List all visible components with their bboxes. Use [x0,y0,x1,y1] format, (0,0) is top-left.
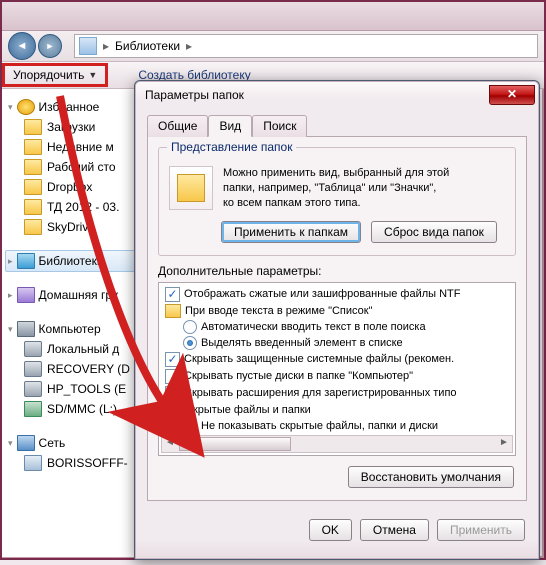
opt-select-typed-item[interactable]: Выделять введенный элемент в списке [161,335,513,351]
dialog-title: Параметры папок [145,88,244,102]
folder-icon [24,199,42,215]
folder-views-title: Представление папок [167,140,296,154]
opt-list-typing[interactable]: При вводе текста в режиме "Список" [161,303,513,319]
folder-icon [24,179,42,195]
tab-general[interactable]: Общие [147,115,208,137]
favorites-title: Избранное [39,100,100,114]
opt-hide-protected-os[interactable]: Скрывать защищенные системные файлы (рек… [161,351,513,368]
folder-icon [165,304,181,318]
breadcrumb-root[interactable]: Библиотеки [115,39,180,53]
expand-icon: ▾ [8,324,13,335]
chevron-right-icon: ▸ [103,39,109,53]
opt-show-ntfs-color[interactable]: Отображать сжатые или зашифрованные файл… [161,286,513,303]
opt-hide-empty-drives[interactable]: Скрывать пустые диски в папке "Компьютер… [161,368,513,385]
scroll-right-icon[interactable]: ► [496,436,512,452]
nav-forward-button[interactable] [38,34,62,58]
folder-views-group: Представление папок Можно применить вид,… [158,147,516,256]
opt-dont-show-hidden[interactable]: Не показывать скрытые файлы, папки и дис… [161,418,513,434]
tabs: Общие Вид Поиск [147,115,527,137]
advanced-settings-label: Дополнительные параметры: [158,264,516,278]
restore-defaults-button[interactable]: Восстановить умолчания [348,466,514,488]
close-button[interactable]: ✕ [489,85,535,105]
checkbox-icon[interactable] [165,369,180,384]
radio-icon[interactable] [183,320,197,334]
expand-icon: ▸ [8,290,13,301]
computer-icon [17,321,35,337]
scroll-left-icon[interactable]: ◄ [162,436,178,452]
tab-view[interactable]: Вид [208,115,252,137]
folder-icon [24,159,42,175]
reset-folders-button[interactable]: Сброс вида папок [371,221,497,243]
nav-back-button[interactable] [8,32,36,60]
address-bar: ▸ Библиотеки ▸ [2,31,544,62]
network-icon [17,435,35,451]
checkbox-icon[interactable] [165,386,180,401]
horizontal-scrollbar[interactable]: ◄ ► [161,435,513,453]
scroll-thumb[interactable] [179,437,291,451]
scroll-track[interactable] [292,436,496,452]
expand-icon: ▸ [8,256,13,267]
ok-button[interactable]: OK [309,519,352,541]
opt-hide-extensions[interactable]: Скрывать расширения для зарегистрированн… [161,385,513,402]
dialog-footer: OK Отмена Применить [135,511,539,553]
apply-to-folders-button[interactable]: Применить к папкам [221,221,361,243]
libraries-icon [17,253,35,269]
folder-options-dialog: Параметры папок ✕ Общие Вид Поиск Предст… [134,80,540,560]
expand-icon: ▾ [8,102,13,113]
chevron-right-icon: ▸ [186,39,192,53]
libraries-title: Библиотеки [39,254,104,268]
homegroup-icon [17,287,35,303]
cancel-button[interactable]: Отмена [360,519,429,541]
expand-icon: ▾ [8,438,13,449]
opt-auto-type-search[interactable]: Автоматически вводить текст в поле поиск… [161,319,513,335]
radio-icon[interactable] [183,336,197,350]
drive-icon [24,341,42,357]
folder-icon [24,219,42,235]
libraries-icon [79,37,97,55]
folder-icon [24,139,42,155]
chevron-down-icon: ▼ [88,70,97,80]
network-title: Сеть [39,436,66,450]
opt-hidden-files-folder[interactable]: Скрытые файлы и папки [161,402,513,418]
titlebar [2,2,544,31]
folder-icon [24,119,42,135]
tab-panel-view: Представление папок Можно применить вид,… [147,136,527,501]
drive-icon [24,361,42,377]
pc-icon [24,455,42,471]
tab-search[interactable]: Поиск [252,115,307,137]
homegroup-title: Домашняя гру [39,288,118,302]
checkbox-icon[interactable] [165,287,180,302]
dialog-titlebar: Параметры папок ✕ [135,81,539,109]
radio-icon[interactable] [183,419,197,433]
folder-views-text: Можно применить вид, выбранный для этой … [223,166,449,211]
computer-title: Компьютер [39,322,101,336]
folder-icon [165,403,181,417]
star-icon [17,99,35,115]
organize-label: Упорядочить [13,68,84,82]
advanced-settings-tree[interactable]: Отображать сжатые или зашифрованные файл… [158,282,516,456]
folder-view-icon [169,166,213,210]
close-icon: ✕ [507,87,517,101]
sdcard-icon [24,401,42,417]
address-field[interactable]: ▸ Библиотеки ▸ [74,34,538,58]
dialog-body: Общие Вид Поиск Представление папок Можн… [135,109,539,511]
checkbox-icon[interactable] [165,352,180,367]
drive-icon [24,381,42,397]
apply-button[interactable]: Применить [437,519,525,541]
organize-button[interactable]: Упорядочить ▼ [2,63,108,87]
